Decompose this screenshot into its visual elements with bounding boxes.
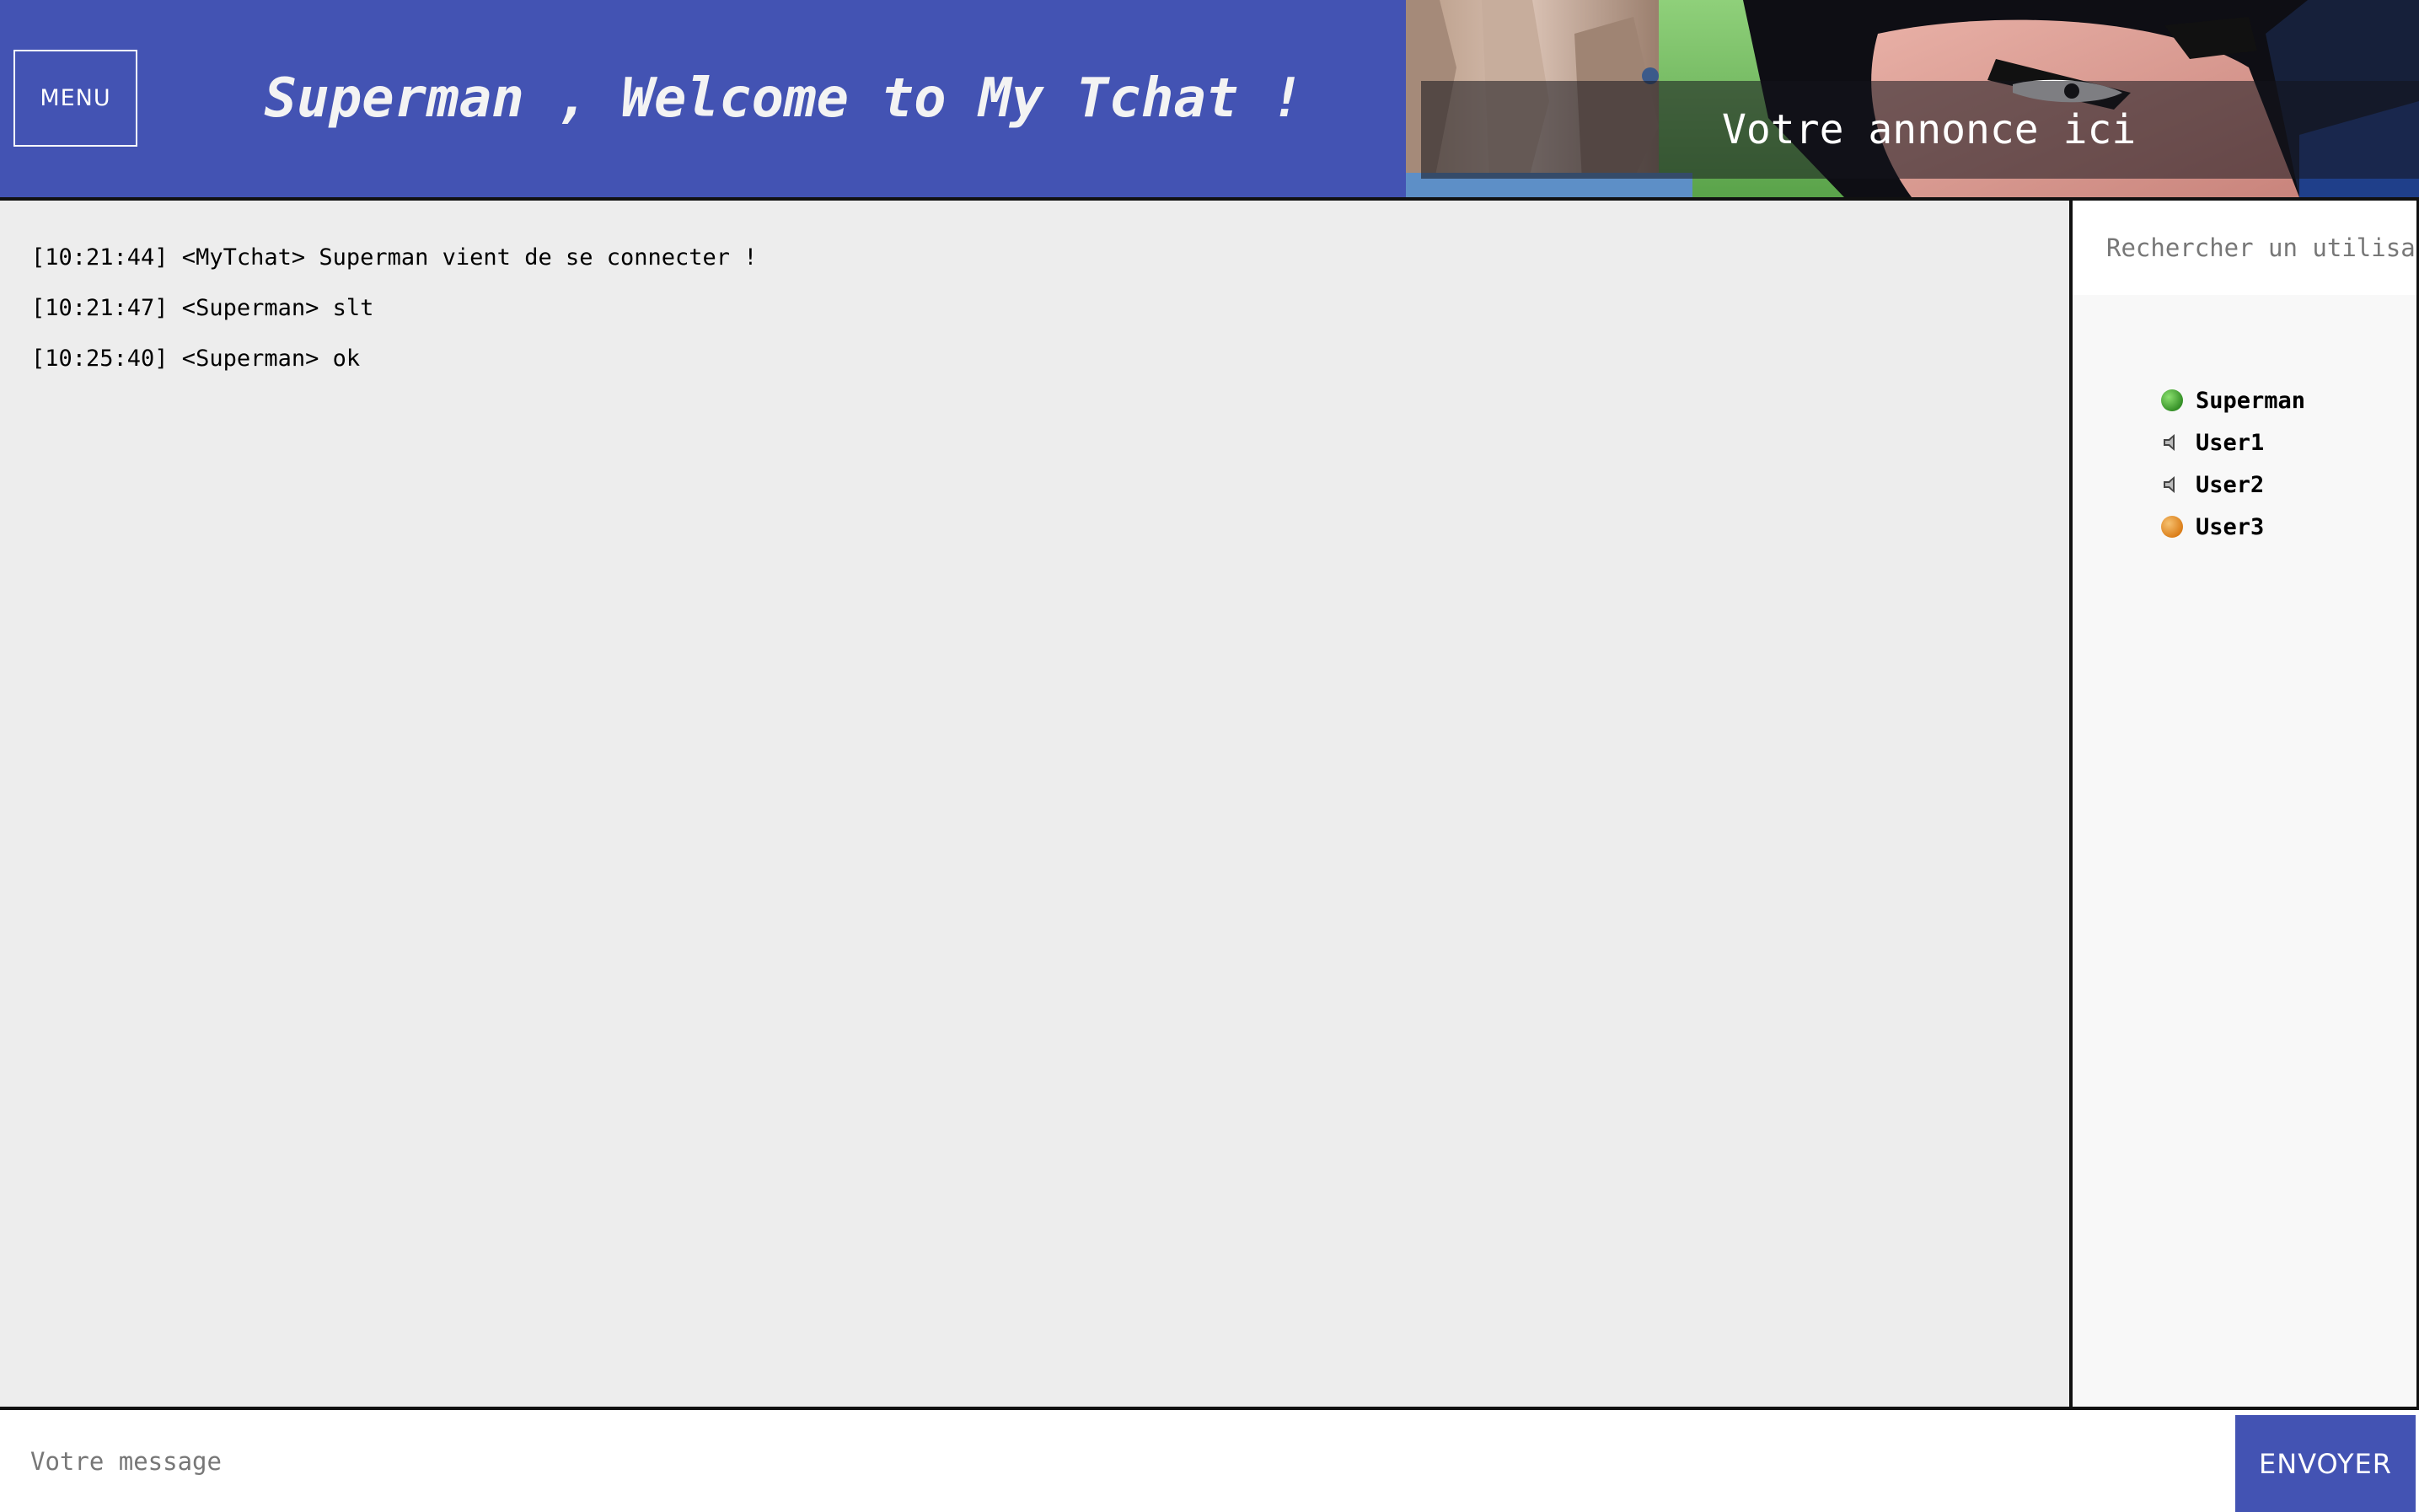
message-footer: ENVOYER	[0, 1407, 2419, 1512]
speaker-icon	[2160, 473, 2184, 496]
user-sidebar: Superman User1 User2	[2069, 201, 2419, 1407]
user-item-user3[interactable]: User3	[2160, 506, 2305, 548]
user-name: User1	[2196, 429, 2265, 456]
send-button[interactable]: ENVOYER	[2235, 1415, 2416, 1512]
user-item-user1[interactable]: User1	[2160, 421, 2305, 464]
page-title: Superman , Welcome to My Tchat !	[264, 67, 1304, 130]
user-item-user2[interactable]: User2	[2160, 464, 2305, 506]
ad-banner[interactable]: Votre annonce ici	[1406, 0, 2419, 197]
header-bar: MENU Superman , Welcome to My Tchat ! Vo…	[0, 0, 2419, 201]
chat-message: [10:21:47] <Superman> slt	[31, 295, 374, 321]
banner-ad-text[interactable]: Votre annonce ici	[1722, 81, 2136, 179]
menu-button[interactable]: MENU	[13, 50, 137, 147]
user-name: User3	[2196, 513, 2265, 540]
user-name: Superman	[2196, 387, 2306, 414]
user-name: User2	[2196, 471, 2265, 498]
speaker-icon	[2160, 431, 2184, 454]
user-item-superman[interactable]: Superman	[2160, 379, 2305, 421]
chat-message: [10:25:40] <Superman> ok	[31, 346, 361, 372]
chat-log[interactable]: [10:21:44] <MyTchat> Superman vient de s…	[0, 201, 2069, 1407]
orange-dot-icon	[2160, 515, 2184, 539]
message-input[interactable]	[0, 1410, 2234, 1512]
user-list: Superman User1 User2 User3	[2160, 379, 2305, 548]
user-search-input[interactable]	[2073, 201, 2416, 295]
green-dot-icon	[2160, 389, 2184, 412]
chat-message: [10:21:44] <MyTchat> Superman vient de s…	[31, 244, 758, 271]
